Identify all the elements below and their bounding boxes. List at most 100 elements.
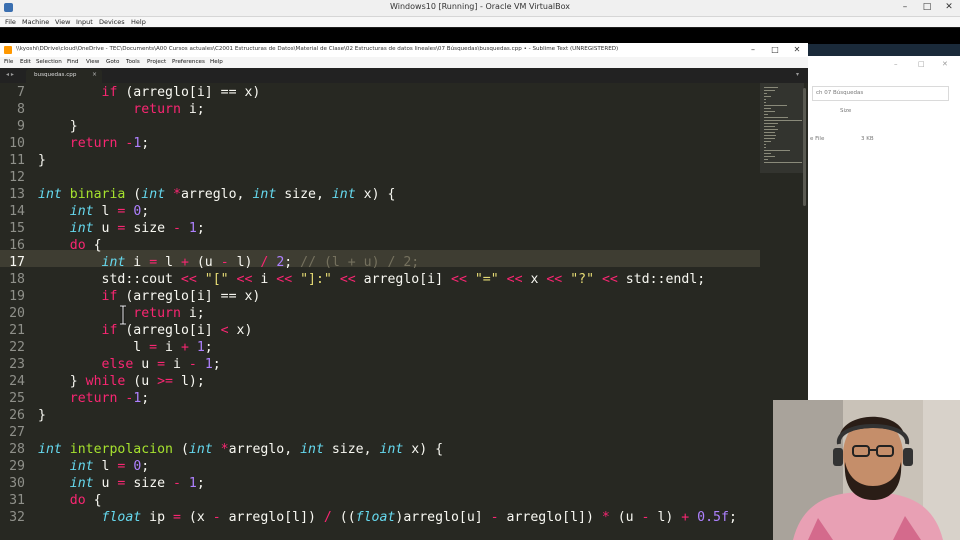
st-menu-tools[interactable]: Tools	[126, 57, 140, 68]
vbox-close-button[interactable]: ✕	[942, 2, 956, 13]
minimap-line	[764, 120, 802, 121]
explorer-file-type: e File	[810, 136, 825, 142]
code-line[interactable]: 21 if (arreglo[i] < x)	[0, 322, 760, 339]
code-line[interactable]: 23 else u = i - 1;	[0, 356, 760, 373]
line-number: 16	[9, 238, 25, 253]
sublime-minimize-button[interactable]: –	[746, 44, 760, 56]
minimap-line	[764, 96, 771, 97]
line-number: 7	[17, 85, 25, 100]
minimap-line	[764, 108, 771, 109]
code-line[interactable]: 27	[0, 424, 760, 441]
vbox-menu-view[interactable]: View	[55, 17, 70, 27]
editor-scrollbar[interactable]	[803, 88, 806, 206]
explorer-column-size[interactable]: Size	[840, 108, 851, 114]
code-line[interactable]: 17 int i = l + (u - l) / 2; // (l + u) /…	[0, 254, 760, 271]
st-menu-selection[interactable]: Selection	[36, 57, 62, 68]
line-number: 28	[9, 442, 25, 457]
vbox-menu-file[interactable]: File	[5, 17, 16, 27]
code-line[interactable]: 19 if (arreglo[i] == x)	[0, 288, 760, 305]
st-menu-help[interactable]: Help	[210, 57, 223, 68]
tab-scroll-arrows[interactable]: ◂ ▸	[6, 71, 14, 78]
line-code: int i = l + (u - l) / 2; // (l + u) / 2;	[101, 255, 420, 270]
tab-close-icon[interactable]: ×	[92, 71, 97, 78]
st-menu-edit[interactable]: Edit	[20, 57, 31, 68]
code-line[interactable]: 32 float ip = (x - arreglo[l]) / ((float…	[0, 509, 760, 526]
line-number: 22	[9, 340, 25, 355]
code-line[interactable]: 14 int l = 0;	[0, 203, 760, 220]
explorer-minimize-button[interactable]: –	[894, 60, 898, 68]
line-code: return i;	[133, 102, 205, 117]
line-number: 8	[17, 102, 25, 117]
st-menu-find[interactable]: Find	[67, 57, 78, 68]
vbox-menu-machine[interactable]: Machine	[22, 17, 49, 27]
line-code: int u = size - 1;	[69, 476, 205, 491]
line-code: int binaria (int *arreglo, int size, int…	[38, 187, 396, 202]
code-editor[interactable]: 7 if (arreglo[i] == x) 8 return i; 9 } 10 r…	[0, 83, 760, 540]
line-code: do {	[69, 238, 102, 253]
line-code: if (arreglo[i] == x)	[101, 85, 261, 100]
minimap-line	[764, 111, 775, 112]
code-line[interactable]: 26}	[0, 407, 760, 424]
line-code: do {	[69, 493, 102, 508]
explorer-search-placeholder: ch 07 Búsquedas	[816, 90, 864, 96]
code-line[interactable]: 8 return i;	[0, 101, 760, 118]
code-line[interactable]: 31 do {	[0, 492, 760, 509]
minimap-line	[764, 147, 766, 148]
code-line[interactable]: 22 l = i + 1;	[0, 339, 760, 356]
explorer-close-button[interactable]: ✕	[942, 60, 948, 68]
minimap-line	[764, 102, 766, 103]
explorer-maximize-button[interactable]: □	[918, 60, 925, 68]
explorer-search-input[interactable]: ch 07 Búsquedas	[812, 86, 949, 101]
line-code: }	[38, 153, 46, 168]
code-line[interactable]: 30 int u = size - 1;	[0, 475, 760, 492]
line-code: l = i + 1;	[38, 340, 213, 355]
sublime-window-title: \\kyoshi\DDrive\cloud\OneDrive - TEC\Doc…	[16, 46, 619, 52]
code-line[interactable]: 11}	[0, 152, 760, 169]
sublime-maximize-button[interactable]: □	[768, 44, 782, 56]
code-line[interactable]: 20 return i;	[0, 305, 760, 322]
vbox-menu-help[interactable]: Help	[131, 17, 146, 27]
code-line[interactable]: 25 return -1;	[0, 390, 760, 407]
tab-dropdown-icon[interactable]: ▾	[796, 71, 799, 78]
vbox-menu-devices[interactable]: Devices	[99, 17, 125, 27]
code-line[interactable]: 13 int binaria (int *arreglo, int size, i…	[0, 186, 760, 203]
text-cursor-ibeam-icon	[120, 305, 126, 325]
st-menu-view[interactable]: View	[86, 57, 99, 68]
sublime-tabbar: ◂ ▸ busquedas.cpp × ▾	[0, 68, 808, 83]
minimap-line	[764, 129, 778, 130]
minimap-line	[764, 132, 775, 133]
sublime-titlebar: \\kyoshi\DDrive\cloud\OneDrive - TEC\Doc…	[0, 43, 808, 57]
code-line[interactable]: 16 do {	[0, 237, 760, 254]
code-line[interactable]: 7 if (arreglo[i] == x)	[0, 84, 760, 101]
minimap-line	[764, 162, 802, 163]
sublime-close-button[interactable]: ✕	[790, 44, 804, 56]
code-line[interactable]: 15 int u = size - 1;	[0, 220, 760, 237]
line-number: 27	[9, 425, 25, 440]
st-menu-file[interactable]: File	[4, 57, 13, 68]
st-menu-preferences[interactable]: Preferences	[172, 57, 205, 68]
code-line[interactable]: 24 } while (u >= l);	[0, 373, 760, 390]
line-number: 12	[9, 170, 25, 185]
line-code: int u = size - 1;	[69, 221, 205, 236]
minimap-line	[764, 90, 775, 91]
file-explorer-window[interactable]: – □ ✕	[808, 56, 960, 400]
line-code: int l = 0;	[69, 459, 150, 474]
code-line[interactable]: 28 int interpolacion (int *arreglo, int s…	[0, 441, 760, 458]
vbox-menubar: File Machine View Input Devices Help	[0, 17, 960, 27]
tab-busquedas-cpp[interactable]: busquedas.cpp ×	[26, 69, 102, 83]
code-line[interactable]: 18 std::cout << "[" << i << "]:" << arre…	[0, 271, 760, 288]
minimap-line	[764, 99, 766, 100]
vbox-minimize-button[interactable]: –	[898, 2, 912, 13]
st-menu-project[interactable]: Project	[147, 57, 166, 68]
vbox-maximize-button[interactable]: □	[920, 2, 934, 13]
code-line[interactable]: 12	[0, 169, 760, 186]
vbox-menu-input[interactable]: Input	[76, 17, 93, 27]
code-line[interactable]: 10 return -1;	[0, 135, 760, 152]
minimap-line	[764, 156, 775, 157]
line-number: 15	[9, 221, 25, 236]
line-code: float ip = (x - arreglo[l]) / ((float)ar…	[101, 510, 737, 525]
tab-label: busquedas.cpp	[34, 72, 77, 78]
code-line[interactable]: 29 int l = 0;	[0, 458, 760, 475]
st-menu-goto[interactable]: Goto	[106, 57, 119, 68]
code-line[interactable]: 9 }	[0, 118, 760, 135]
